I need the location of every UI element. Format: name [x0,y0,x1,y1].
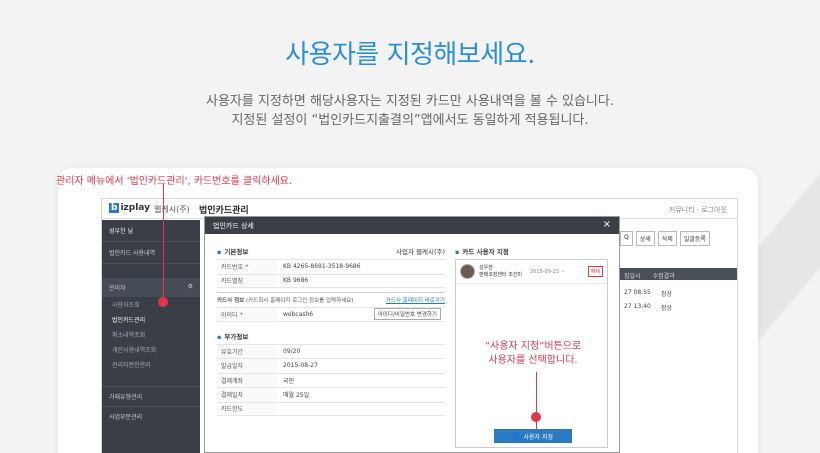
modal-header: 법인카드 상세 × [205,217,619,234]
sidebar-item-transaction-types[interactable]: 거래유형관리 [102,386,200,406]
column-header-time: 집일시 [624,273,641,280]
callout-marker [531,412,541,422]
card-info-panel: ▪ 기본정보 사업자 웹케시(주) 카드번호 • KB 4265-8691-3518… [217,243,445,416]
issue-date-row: 발급일자 2015-08-27 [217,358,445,373]
table-header: 집일시 수집결과 [620,268,737,280]
table-row[interactable]: 27 13:40 정상 [620,301,737,314]
bulk-register-button[interactable]: 일괄등록 [679,231,710,246]
sidebar-user[interactable]: 성우찬 님 [102,220,200,242]
company-name: 웹케시(주) [154,205,190,214]
avatar [460,264,475,279]
id-value[interactable]: webcash6 [283,311,313,318]
change-credentials-button[interactable]: 아이디/비밀번호 변경하기 [373,308,441,321]
callout-connector [163,184,164,301]
header-links[interactable]: 커뮤니티 · 로그아웃 [669,205,727,215]
toolbar: Q 상세 삭제 일괄등록 [620,231,710,246]
sidebar-subitem-cancel[interactable]: 취소내역조회 [102,327,200,342]
sidebar-subitem-permissions[interactable]: 관리자권한관리 [102,357,200,372]
description-line-1: 사용자를 지정하면 해당사용자는 지정된 카드만 사용내역을 볼 수 있습니다. [206,94,614,109]
table-row[interactable]: 27 08:55 정상 [620,287,737,300]
sidebar-item-divisions[interactable]: 사업부문관리 [102,406,200,426]
cell-time: 27 08:55 [624,289,651,296]
id-row: 아이디 • webcash6 아이디/비밀번호 변경하기 [217,307,445,322]
account-row: 결제계좌 국민 [217,372,445,387]
sidebar-item-usage[interactable]: 법인카드 사용내역 [102,242,200,264]
card-user-header: ▪ 카드 사용자 지정 [455,248,509,256]
cardco-info-header: 카드사 정보 (카드회사 홈페이지 로그인 정보를 입력하세요) 카드사 홈페이… [217,292,445,307]
assign-user-button[interactable]: 👤 사용자 지정 [494,429,572,443]
limit-row: 카드한도 [217,401,445,416]
callout-connector [536,372,537,432]
sidebar-subitem-users[interactable]: 사용자조회 [102,297,200,312]
sidebar-admin-label: 관리자 [109,285,126,292]
modal-title: 법인카드 상세 [213,222,254,230]
card-alias-row: 카드별칭 KB 9686 [217,273,445,288]
cell-result: 정상 [660,305,672,312]
sidebar-admin-header[interactable]: 관리자 ⚙ [102,278,200,297]
detail-button[interactable]: 상세 [635,231,655,246]
user-team: 판매코칭센터 조선미 [479,271,522,278]
user-name: 성우찬 [479,264,493,271]
column-header-result: 수집결과 [652,273,675,280]
remove-user-button[interactable]: 해제 [587,266,603,277]
card-number-value[interactable]: KB 4265-8691-3518-9686 [277,263,445,270]
validity-row: 유효기간 09/20 [217,343,445,358]
assign-callout: “사용자 지정”버튼으로 사용자를 선택합니다. [484,341,582,366]
list-item[interactable]: 성우찬 판매코칭센터 조선미 2015-09-23 ~ 해제 [456,260,607,284]
cardco-homepage-link[interactable]: 카드사 홈페이지 바로가기 [386,296,445,304]
cell-time: 27 13:40 [624,303,651,310]
card-number-row: 카드번호 • KB 4265-8691-3518-9686 [217,259,445,274]
card-alias-value[interactable]: KB 9686 [277,277,445,284]
sidebar-subitem-card-management[interactable]: 법인카드관리 [102,312,200,327]
app-title: 법인카드관리 [199,206,249,216]
basic-info-header: ▪ 기본정보 사업자 웹케시(주) [217,248,445,256]
bizplay-logo[interactable]: b izplay [109,203,150,213]
gear-icon[interactable]: ⚙ [188,283,193,292]
cell-result: 정상 [660,291,672,298]
company-label: 사업자 웹케시(주) [396,248,445,256]
sidebar-subitem-personal[interactable]: 개인사용내역조회 [102,342,200,357]
sidebar: 성우찬 님 법인카드 사용내역 관리자 ⚙ 사용자조회 법인카드관리 취소내역조… [102,220,200,453]
extra-info-header: ▪ 부가정보 [217,332,249,341]
user-icon: 👤 [513,432,521,440]
menu-callout: 관리자 메뉴에서 '법인카드관리', 카드번호를 클릭하세요. [56,176,293,187]
description-line-2: 지정된 설정이 “법인카드지출결의”앱에서도 동일하게 적용됩니다. [231,113,589,128]
page-title: 사용자를 지정해보세요. [285,40,535,70]
payday-row: 결제일자 매월 25일 [217,387,445,402]
delete-button[interactable]: 삭제 [657,231,677,246]
search-button[interactable]: Q [620,231,633,246]
user-date: 2015-09-23 ~ [530,268,565,275]
callout-marker [158,297,168,307]
close-icon[interactable]: × [603,219,611,230]
card-detail-modal: 법인카드 상세 × ▪ 기본정보 사업자 웹케시(주) 카드번호 • KB 4265… [204,216,620,453]
